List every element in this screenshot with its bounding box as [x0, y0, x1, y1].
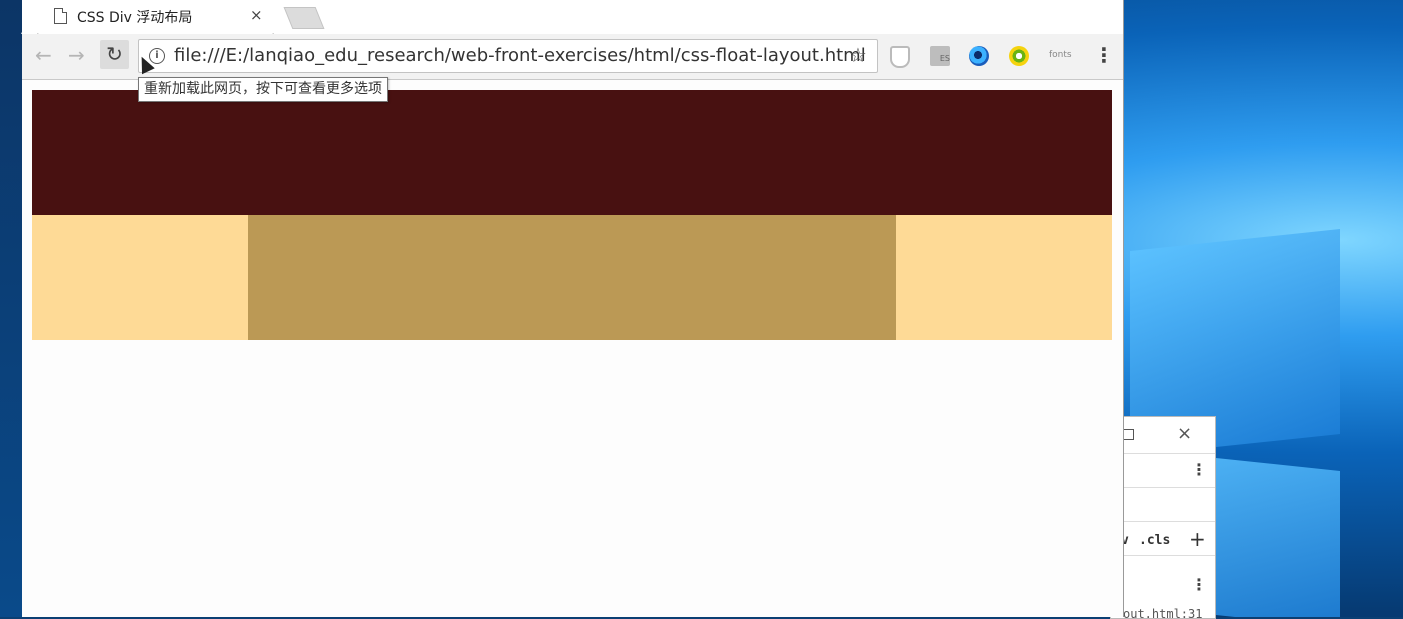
devtools-row-divider-2 — [1111, 521, 1215, 522]
layout-left-column — [32, 215, 248, 340]
layout-right-column — [896, 215, 1112, 340]
devtools-menu-icon[interactable]: ⋮ — [1191, 462, 1207, 478]
eye-extension-icon[interactable] — [969, 46, 989, 66]
tab-strip: CSS Div 浮动布局 × — [21, 0, 1123, 34]
new-tab-button[interactable] — [283, 7, 325, 29]
devtools-cls-button[interactable]: .cls — [1139, 533, 1170, 548]
layout-header-block — [32, 90, 1112, 215]
devtools-source-link[interactable]: out.html:31 — [1123, 607, 1202, 618]
devtools-row-divider — [1111, 487, 1215, 488]
fonts-extension-icon[interactable]: fonts — [1049, 50, 1072, 60]
address-bar[interactable]: i file:///E:/lanqiao_edu_research/web-fr… — [138, 39, 878, 73]
tab-title: CSS Div 浮动布局 — [77, 10, 193, 26]
360-extension-icon[interactable] — [1009, 46, 1029, 66]
back-arrow-icon[interactable]: ← — [35, 44, 52, 66]
page-viewport — [22, 80, 1123, 617]
url-text[interactable]: file:///E:/lanqiao_edu_research/web-fron… — [174, 45, 866, 66]
shield-extension-icon[interactable] — [890, 46, 910, 68]
browser-window: CSS Div 浮动布局 × ← → ↻ i file:///E:/lanqia… — [21, 0, 1124, 617]
devtools-toolbar-divider — [1111, 453, 1215, 454]
maximize-icon[interactable] — [1123, 429, 1134, 440]
browser-menu-icon[interactable]: ⋮ — [1094, 44, 1114, 66]
es-extension-icon[interactable]: ES — [930, 46, 950, 66]
desktop-left-strip — [0, 0, 22, 617]
layout-center-column — [248, 215, 896, 340]
reload-tooltip: 重新加载此网页，按下可查看更多选项 — [138, 77, 388, 102]
devtools-close-icon[interactable]: × — [1177, 423, 1192, 444]
devtools-window: × ⋮ v .cls + ⋮ out.html:31 — [1110, 416, 1216, 619]
bookmark-star-icon[interactable]: ☆ — [849, 43, 867, 67]
page-file-icon — [54, 8, 67, 24]
devtools-add-rule-button[interactable]: + — [1189, 527, 1206, 551]
browser-toolbar: ← → ↻ i file:///E:/lanqiao_edu_research/… — [22, 34, 1123, 80]
tab-close-icon[interactable]: × — [250, 6, 263, 24]
devtools-styles-menu-icon[interactable]: ⋮ — [1191, 577, 1207, 593]
devtools-row-divider-3 — [1111, 555, 1215, 556]
forward-arrow-icon[interactable]: → — [68, 44, 85, 66]
reload-icon[interactable]: ↻ — [100, 40, 129, 69]
